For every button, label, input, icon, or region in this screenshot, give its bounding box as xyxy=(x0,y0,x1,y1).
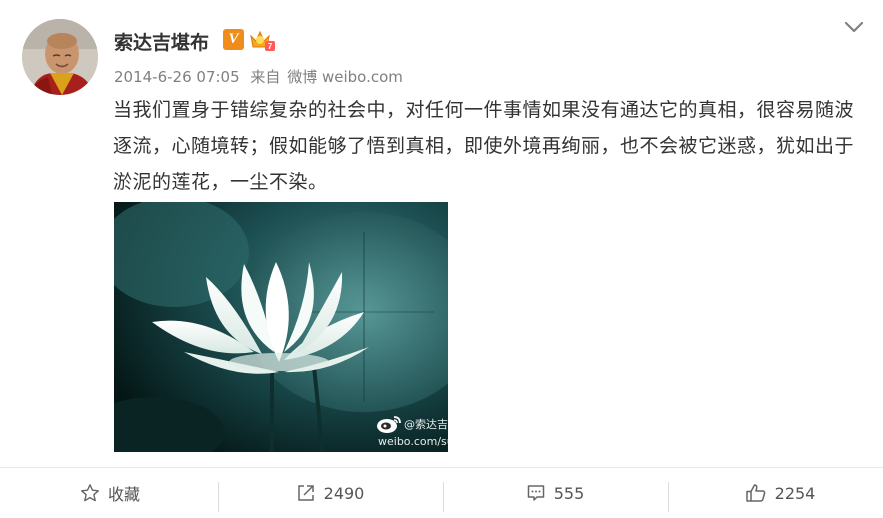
favorite-button[interactable]: 收藏 xyxy=(0,468,220,518)
action-separator xyxy=(218,482,219,512)
avatar[interactable] xyxy=(22,19,98,95)
comment-icon xyxy=(527,485,544,501)
source-prefix: 来自 xyxy=(250,68,281,86)
repost-button[interactable]: 2490 xyxy=(220,468,440,518)
post-text: 当我们置身于错综复杂的社会中，对任何一件事情如果没有通达它的真相，很容易随波逐流… xyxy=(113,99,855,193)
chevron-down-icon[interactable] xyxy=(842,19,866,35)
comment-button[interactable]: 555 xyxy=(445,468,665,518)
post-meta: 2014-6-26 07:05 来自 微博 weibo.com xyxy=(114,66,409,87)
like-button[interactable]: 2254 xyxy=(670,468,883,518)
comment-count: 555 xyxy=(553,483,585,503)
like-count: 2254 xyxy=(774,483,816,503)
favorite-label: 收藏 xyxy=(107,485,140,504)
post-source[interactable]: 微博 weibo.com xyxy=(287,68,403,86)
action-bar: 收藏 2490 555 2254 xyxy=(0,468,883,518)
crown-level-badge-icon[interactable]: 7 xyxy=(248,28,276,52)
weibo-post-card: 索达吉堪布 V 7 2014-6-26 07:05 来自 微博 weibo.co… xyxy=(0,0,883,518)
repost-count: 2490 xyxy=(323,483,365,503)
share-icon xyxy=(297,485,314,501)
image-watermark-url: weibo.com/su xyxy=(378,435,448,448)
username[interactable]: 索达吉堪布 xyxy=(114,28,209,55)
thumbs-up-icon xyxy=(745,484,765,502)
star-icon xyxy=(80,484,99,502)
post-timestamp[interactable]: 2014-6-26 07:05 xyxy=(114,68,240,86)
post-image[interactable]: @索达吉堪 weibo.com/su xyxy=(114,202,448,452)
action-separator xyxy=(443,482,444,512)
image-watermark-name: @索达吉堪 xyxy=(404,418,448,431)
action-separator xyxy=(668,482,669,512)
weibo-logo-icon xyxy=(377,416,401,433)
svg-text:7: 7 xyxy=(268,42,273,51)
verified-badge-icon[interactable]: V xyxy=(223,29,244,50)
